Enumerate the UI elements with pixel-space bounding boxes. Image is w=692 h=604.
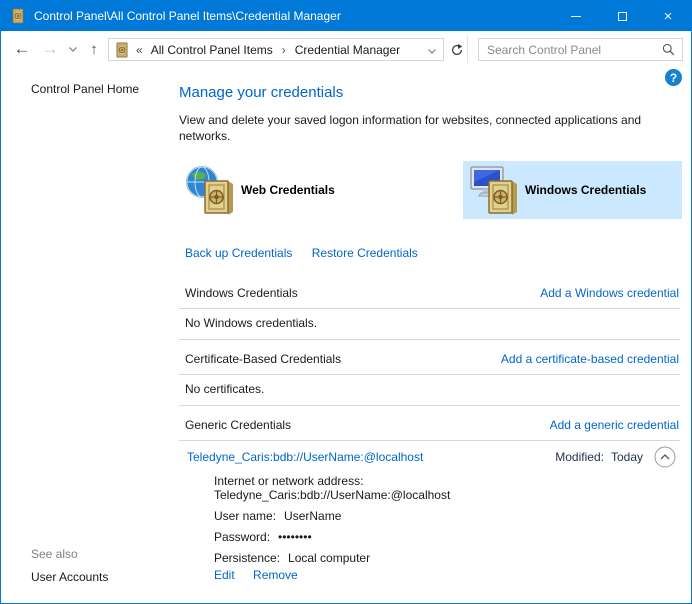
- help-icon: ?: [670, 71, 677, 85]
- persistence-label: Persistence:: [214, 551, 280, 565]
- section-title: Generic Credentials: [185, 418, 291, 432]
- divider: [179, 308, 680, 309]
- modified-label: Modified:: [555, 450, 604, 464]
- credential-manager-app-icon: [10, 8, 26, 24]
- sidebar-item-control-panel-home[interactable]: Control Panel Home: [31, 82, 139, 96]
- credential-manager-window: Control Panel\All Control Panel Items\Cr…: [0, 0, 692, 604]
- refresh-button[interactable]: [447, 40, 467, 60]
- credential-username-row: User name: UserName: [214, 509, 450, 523]
- no-windows-credentials-text: No Windows credentials.: [185, 316, 317, 330]
- certificate-credentials-section-header: Certificate-Based Credentials Add a cert…: [185, 352, 679, 366]
- address-bar[interactable]: « All Control Panel Items › Credential M…: [108, 38, 444, 61]
- credential-manager-icon: [114, 42, 130, 58]
- credential-modified: Modified: Today: [555, 450, 643, 464]
- section-title: Certificate-Based Credentials: [185, 352, 341, 366]
- tab-web-credentials[interactable]: Web Credentials: [179, 161, 459, 219]
- help-button[interactable]: ?: [665, 69, 682, 86]
- maximize-button[interactable]: [599, 1, 645, 31]
- search-box: [478, 38, 683, 61]
- credential-name-link[interactable]: Teledyne_Caris:bdb://UserName:@localhost: [187, 450, 423, 464]
- windows-credentials-section-header: Windows Credentials Add a Windows creden…: [185, 286, 679, 300]
- close-icon: ×: [664, 9, 673, 24]
- credential-password-row: Password: ••••••••: [214, 530, 450, 544]
- back-button[interactable]: ←: [9, 31, 35, 67]
- credential-persistence-row: Persistence: Local computer: [214, 551, 450, 565]
- breadcrumb-credential-manager[interactable]: Credential Manager: [295, 43, 400, 57]
- password-label: Password:: [214, 530, 270, 544]
- chevron-down-icon: [69, 47, 77, 52]
- restore-credentials-link[interactable]: Restore Credentials: [312, 246, 418, 260]
- address-dropdown-button[interactable]: [428, 43, 436, 57]
- chevron-up-circle-icon: [654, 446, 676, 468]
- up-button[interactable]: ↑: [83, 31, 105, 67]
- remove-credential-link[interactable]: Remove: [253, 568, 298, 582]
- no-certificates-text: No certificates.: [185, 382, 264, 396]
- windows-credentials-icon: [469, 165, 519, 215]
- backup-credentials-link[interactable]: Back up Credentials: [185, 246, 292, 260]
- minimize-button[interactable]: [553, 1, 599, 31]
- credential-details: Internet or network address: Teledyne_Ca…: [214, 474, 450, 572]
- breadcrumb-all-control-panel-items[interactable]: All Control Panel Items: [151, 43, 273, 57]
- edit-credential-link[interactable]: Edit: [214, 568, 235, 582]
- page-description-line: networks.: [179, 128, 691, 144]
- safe-icon: [487, 179, 519, 215]
- sidebar-item-user-accounts[interactable]: User Accounts: [31, 570, 108, 584]
- maximize-icon: [618, 12, 627, 21]
- tab-windows-credentials[interactable]: Windows Credentials: [463, 161, 682, 219]
- page-description-line: View and delete your saved logon informa…: [179, 112, 691, 128]
- collapse-credential-button[interactable]: [654, 446, 676, 468]
- modified-value: Today: [611, 450, 643, 464]
- web-credentials-icon: [185, 165, 235, 215]
- window-title: Control Panel\All Control Panel Items\Cr…: [34, 9, 341, 23]
- credential-address-label: Internet or network address:: [214, 474, 450, 488]
- page-description: View and delete your saved logon informa…: [179, 112, 691, 144]
- navbar-separator: [467, 35, 468, 63]
- chevron-down-icon: [428, 49, 436, 54]
- breadcrumb-separator-icon: ›: [282, 43, 286, 57]
- persistence-value: Local computer: [288, 551, 370, 565]
- title-bar: Control Panel\All Control Panel Items\Cr…: [1, 1, 691, 31]
- refresh-icon: [450, 43, 464, 57]
- credential-actions: Back up Credentials Restore Credentials: [185, 246, 434, 260]
- credential-detail-links: Edit Remove: [214, 568, 313, 582]
- username-label: User name:: [214, 509, 276, 523]
- password-value: ••••••••: [278, 530, 312, 544]
- safe-icon: [203, 179, 235, 215]
- recent-pages-dropdown[interactable]: [65, 31, 81, 67]
- add-windows-credential-link[interactable]: Add a Windows credential: [540, 286, 679, 300]
- see-also-label: See also: [31, 547, 78, 561]
- navigation-bar: ← → ↑ « All Control Panel Items › Creden…: [1, 31, 691, 67]
- add-certificate-based-credential-link[interactable]: Add a certificate-based credential: [501, 352, 679, 366]
- section-title: Windows Credentials: [185, 286, 298, 300]
- close-button[interactable]: ×: [645, 1, 691, 31]
- breadcrumb-overflow-icon[interactable]: «: [136, 43, 143, 57]
- generic-credentials-section-header: Generic Credentials Add a generic creden…: [185, 418, 679, 432]
- minimize-icon: [571, 16, 581, 17]
- username-value: UserName: [284, 509, 341, 523]
- search-icon[interactable]: [662, 43, 675, 56]
- tab-web-credentials-label: Web Credentials: [241, 183, 335, 197]
- divider: [179, 374, 680, 375]
- divider: [179, 405, 680, 406]
- divider: [179, 440, 680, 441]
- divider: [179, 339, 680, 340]
- content-area: Control Panel Home See also User Account…: [1, 67, 691, 604]
- search-input[interactable]: [479, 43, 662, 57]
- page-title: Manage your credentials: [179, 84, 343, 101]
- tab-windows-credentials-label: Windows Credentials: [525, 183, 646, 197]
- forward-button[interactable]: →: [37, 31, 63, 67]
- add-generic-credential-link[interactable]: Add a generic credential: [550, 418, 679, 432]
- credential-address-value: Teledyne_Caris:bdb://UserName:@localhost: [214, 488, 450, 502]
- caption-buttons: ×: [553, 1, 691, 31]
